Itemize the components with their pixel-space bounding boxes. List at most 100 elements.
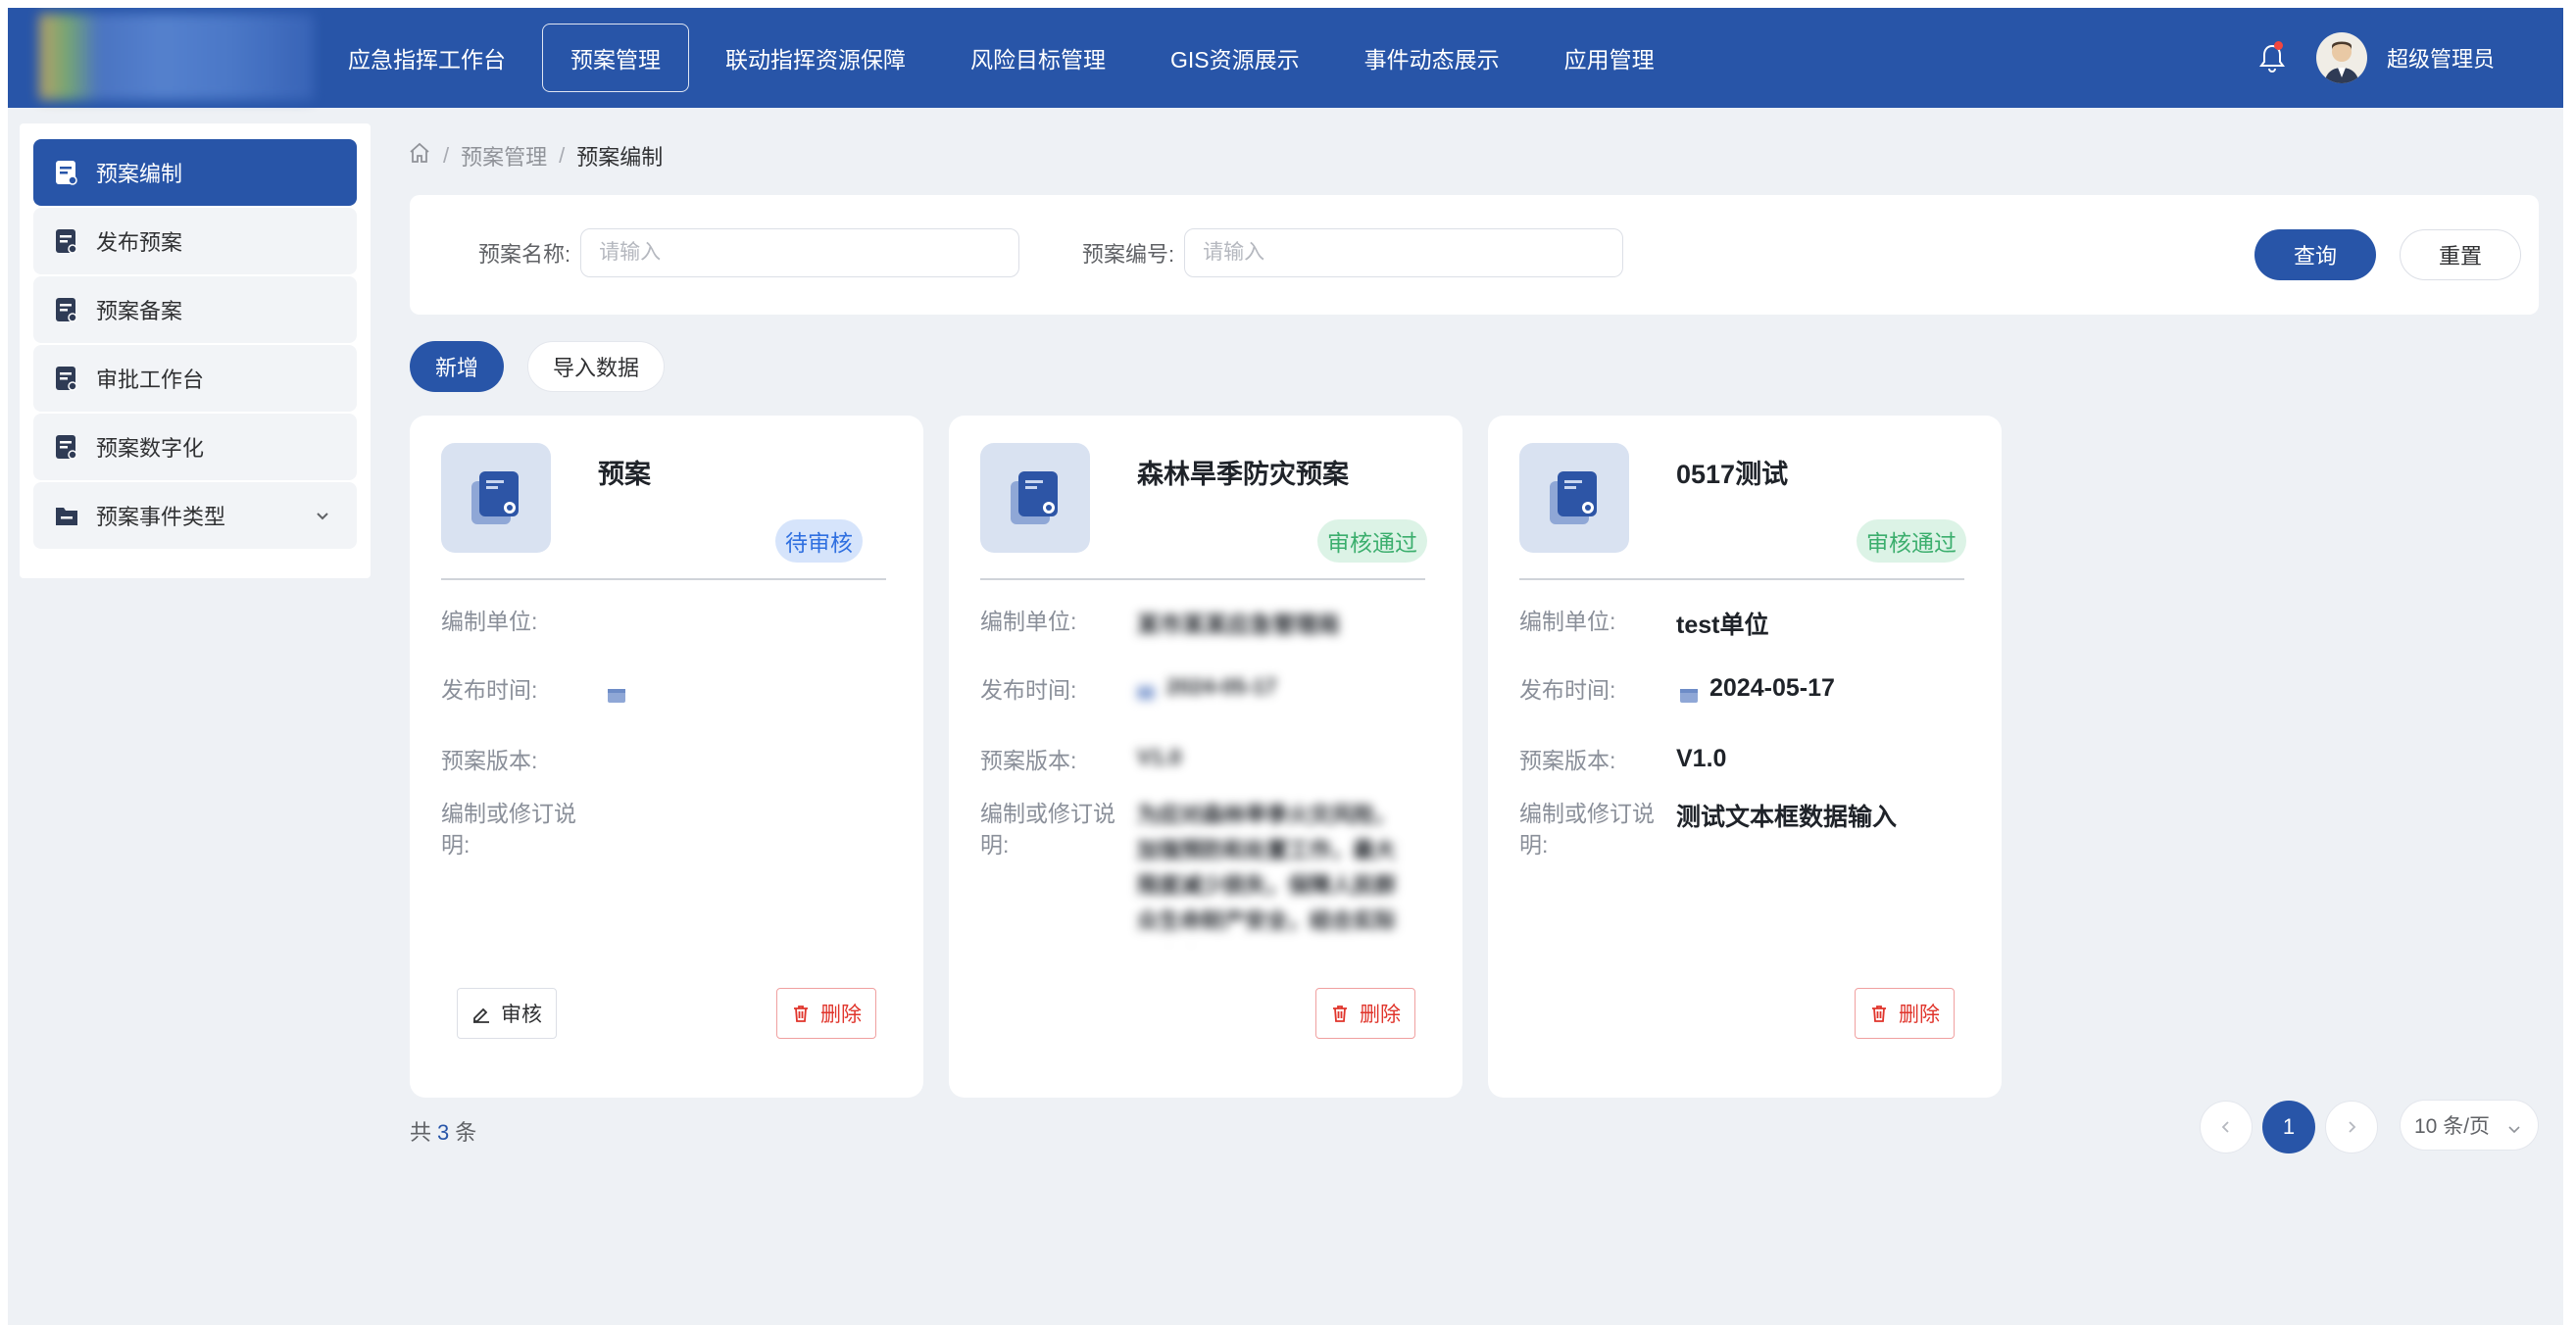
delete-label: 删除: [1360, 1004, 1401, 1026]
sidebar-item-label: 预案备案: [96, 299, 183, 323]
nav-item-app-management[interactable]: 应用管理: [1536, 24, 1683, 92]
calendar-icon: [1680, 681, 1698, 704]
document-icon: [55, 434, 78, 460]
delete-label: 删除: [1899, 1004, 1940, 1026]
document-icon: [55, 297, 78, 322]
publish-time-row: 发布时间: 2024-05-17: [1519, 674, 1835, 706]
note-value: 为应对森林旱季火灾风险，加强预防和处置工作，最大限度减少损失，保障人民群众生命财…: [1137, 803, 1397, 945]
nav-item-plan-management[interactable]: 预案管理: [542, 24, 689, 92]
nav-item-risk-target[interactable]: 风险目标管理: [942, 24, 1134, 92]
total-suffix: 条: [455, 1120, 477, 1145]
nav-item-gis-resources[interactable]: GIS资源展示: [1142, 24, 1328, 92]
status-badge: 审核通过: [1317, 519, 1427, 563]
trash-icon: [1872, 1006, 1886, 1022]
top-nav-bar: 应急指挥工作台 预案管理 联动指挥资源保障 风险目标管理 GIS资源展示 事件动…: [8, 8, 2563, 108]
unit-label: 编制单位:: [1519, 609, 1616, 634]
version-row: 预案版本: V1.0: [980, 745, 1181, 776]
sidebar-item-label: 发布预案: [96, 230, 183, 255]
chevron-down-icon[interactable]: [314, 506, 331, 523]
notification-dot: [2273, 41, 2283, 50]
nav-item-resource-support[interactable]: 联动指挥资源保障: [697, 24, 934, 92]
import-data-button[interactable]: 导入数据: [527, 341, 665, 392]
sidebar-item-publish-plan[interactable]: 发布预案: [33, 208, 357, 274]
unit-row: 编制单位:: [441, 606, 588, 637]
breadcrumb-separator: /: [559, 143, 566, 168]
audit-button[interactable]: 审核: [457, 988, 557, 1039]
breadcrumb-current: 预案编制: [576, 145, 664, 170]
main-nav: 应急指挥工作台 预案管理 联动指挥资源保障 风险目标管理 GIS资源展示 事件动…: [320, 24, 1691, 92]
sidebar: 预案编制 发布预案 预案备案 审批工作台 预案数字化 预案事件类型: [20, 123, 371, 578]
document-icon: [55, 228, 78, 254]
plan-card[interactable]: 0517测试 审核通过 编制单位: test单位 发布时间: 2024-05-1…: [1488, 416, 2002, 1098]
app-window: 应急指挥工作台 预案管理 联动指挥资源保障 风险目标管理 GIS资源展示 事件动…: [8, 8, 2563, 1325]
bell-icon[interactable]: [2257, 41, 2287, 74]
avatar[interactable]: [2315, 32, 2367, 83]
plan-name-field: 预案名称:: [478, 228, 1020, 277]
prev-page-button[interactable]: [2200, 1101, 2253, 1153]
chevron-down-icon: [2506, 1119, 2522, 1143]
note-label: 编制或修订说明:: [441, 801, 576, 858]
publish-time-row: 发布时间:: [441, 674, 625, 706]
breadcrumb-separator: /: [443, 143, 450, 168]
document-icon: [55, 366, 78, 391]
card-title: 0517测试: [1676, 460, 1789, 489]
app-logo: [39, 14, 314, 100]
plan-document-icon: [1519, 443, 1629, 553]
page-number-button[interactable]: 1: [2262, 1101, 2315, 1153]
home-icon[interactable]: [408, 141, 431, 171]
plan-document-icon: [980, 443, 1090, 553]
sidebar-item-approval-desk[interactable]: 审批工作台: [33, 345, 357, 412]
add-button[interactable]: 新增: [410, 341, 504, 392]
delete-button[interactable]: 删除: [1315, 988, 1415, 1039]
sidebar-item-plan-digitize[interactable]: 预案数字化: [33, 414, 357, 480]
status-badge: 待审核: [775, 519, 863, 563]
plan-card[interactable]: 森林旱季防灾预案 审核通过 编制单位: 某市某某应急管理局 发布时间: 2024…: [949, 416, 1462, 1098]
unit-value: 某市某某应急管理局: [1137, 612, 1340, 637]
audit-label: 审核: [501, 1004, 542, 1026]
sidebar-item-label: 预案事件类型: [96, 505, 226, 529]
version-label: 预案版本:: [1519, 748, 1616, 773]
note-label: 编制或修订说明:: [1519, 801, 1655, 858]
unit-row: 编制单位: test单位: [1519, 606, 1768, 639]
delete-button[interactable]: 删除: [1855, 988, 1955, 1039]
unit-value: test单位: [1676, 612, 1769, 639]
next-page-button[interactable]: [2325, 1101, 2378, 1153]
sidebar-item-plan-compile[interactable]: 预案编制: [33, 139, 357, 206]
status-badge: 审核通过: [1857, 519, 1966, 563]
note-row: 编制或修订说明: 测试文本框数据输入: [1519, 798, 1897, 860]
pagination: 1: [2200, 1100, 2378, 1154]
trash-icon: [1333, 1006, 1347, 1022]
publish-time-label: 发布时间:: [1519, 677, 1616, 703]
sidebar-item-event-types[interactable]: 预案事件类型: [33, 482, 357, 549]
nav-item-event-dynamics[interactable]: 事件动态展示: [1336, 24, 1528, 92]
user-area: 超级管理员: [2257, 8, 2495, 108]
plan-document-icon: [441, 443, 551, 553]
version-value: V1.0: [1676, 745, 1727, 772]
user-name[interactable]: 超级管理员: [2387, 42, 2495, 74]
publish-time-wrap: 2024-05-17: [1680, 674, 1835, 704]
reset-button[interactable]: 重置: [2400, 229, 2521, 280]
page-size-value: 10 条/页: [2414, 1115, 2491, 1138]
query-button[interactable]: 查询: [2254, 229, 2376, 280]
delete-button[interactable]: 删除: [776, 988, 876, 1039]
plan-name-label: 预案名称:: [478, 242, 571, 267]
plan-name-input[interactable]: [580, 228, 1020, 277]
plan-code-input[interactable]: [1184, 228, 1624, 277]
sidebar-item-label: 审批工作台: [96, 368, 205, 392]
trash-icon: [794, 1006, 808, 1022]
publish-time-row: 发布时间: 2024-05-17: [980, 674, 1277, 706]
plan-card[interactable]: 预案 待审核 编制单位: 发布时间: 预案版本: 编制或修订说明: 审核 删除: [410, 416, 923, 1098]
folder-icon: [55, 503, 78, 528]
version-label: 预案版本:: [980, 748, 1077, 773]
document-icon: [55, 160, 78, 185]
total-number: 3: [437, 1120, 450, 1145]
version-row: 预案版本:: [441, 745, 588, 776]
publish-time-label: 发布时间:: [980, 677, 1077, 703]
total-prefix: 共: [410, 1120, 432, 1145]
page-size-select[interactable]: 10 条/页: [2400, 1100, 2539, 1151]
breadcrumb-plan-management[interactable]: 预案管理: [461, 140, 547, 172]
calendar-icon: [608, 681, 625, 704]
sidebar-item-plan-filing[interactable]: 预案备案: [33, 276, 357, 343]
unit-row: 编制单位: 某市某某应急管理局: [980, 606, 1340, 637]
nav-item-command-desk[interactable]: 应急指挥工作台: [320, 24, 534, 92]
